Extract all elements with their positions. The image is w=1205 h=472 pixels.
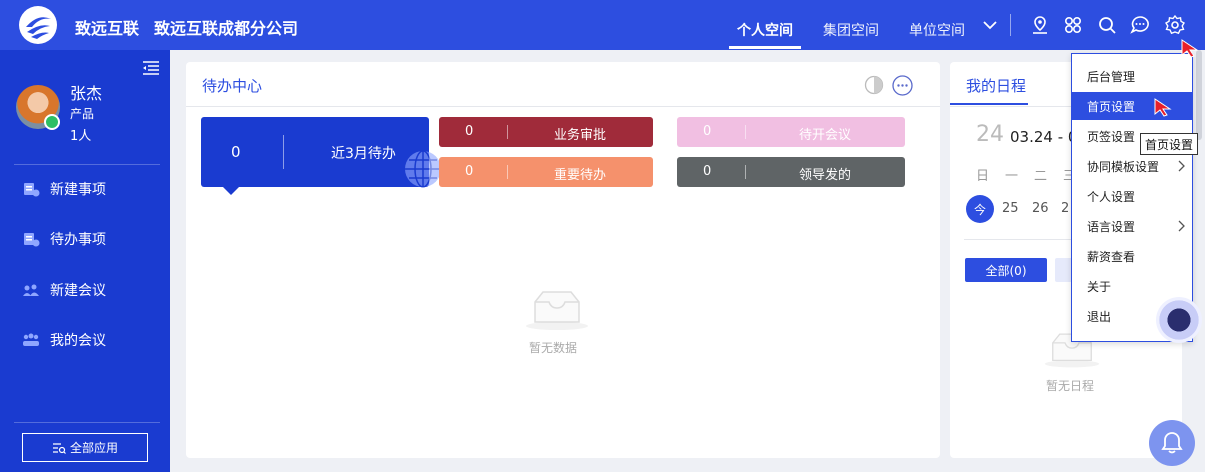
tile-count: 0: [231, 143, 241, 161]
contrast-icon[interactable]: [864, 75, 884, 95]
assistant-robot-icon[interactable]: [1156, 297, 1202, 343]
menu-item-label: 关于: [1087, 279, 1112, 294]
sidebar-item-label: 我的会议: [50, 333, 106, 349]
empty-text: 暂无数据: [529, 341, 578, 355]
tile-count: 0: [465, 164, 474, 179]
collapse-sidebar-icon[interactable]: [142, 60, 160, 76]
sidebar-item-todo[interactable]: 待办事项: [22, 227, 106, 251]
cursor-arrow-icon: [1181, 39, 1199, 58]
menu-item-salary[interactable]: 薪资查看: [1072, 242, 1192, 270]
menu-item-label: 协同模板设置: [1087, 159, 1160, 174]
cursor-arrow-icon: [1154, 98, 1172, 117]
brand-name: 致远互联: [75, 19, 140, 38]
apps-grid-icon[interactable]: [1062, 14, 1084, 36]
menu-item-label: 语言设置: [1087, 219, 1136, 234]
menu-item-label: 退出: [1087, 309, 1112, 324]
gear-icon[interactable]: [1164, 14, 1186, 36]
tile-label: 近3月待办: [331, 146, 396, 162]
sidebar-item-my-meeting[interactable]: 我的会议: [22, 328, 106, 352]
menu-item-label: 后台管理: [1087, 69, 1136, 84]
tab-group-space[interactable]: 集团空间: [823, 20, 879, 40]
weekday-label: 日: [976, 169, 990, 184]
today-button[interactable]: 今: [966, 195, 994, 223]
pending-meeting-tile[interactable]: 0 待开会议: [677, 117, 905, 147]
empty-text: 暂无日程: [1046, 379, 1095, 393]
weekday-label: 二: [1034, 169, 1048, 184]
todo-icon: [24, 233, 40, 247]
chat-icon[interactable]: [1129, 14, 1151, 36]
user-count: 1人: [70, 129, 92, 144]
globe-icon: [405, 150, 441, 188]
tile-label: 领导发的: [798, 168, 851, 183]
chevron-down-icon[interactable]: [980, 15, 1000, 35]
more-options-icon[interactable]: [892, 75, 913, 96]
tile-separator: [283, 135, 284, 169]
calendar-day[interactable]: 2: [1061, 201, 1069, 216]
tile-count: 0: [703, 164, 712, 179]
tab-personal-space[interactable]: 个人空间: [729, 20, 801, 49]
chevron-right-icon: [1178, 160, 1185, 172]
company-name: 致远互联成都分公司: [154, 19, 299, 38]
todo-panel-title: 待办中心: [202, 77, 263, 95]
date-range: 03.24 - 0: [1010, 128, 1078, 146]
tile-label: 业务审批: [553, 128, 606, 143]
empty-box-icon: [526, 291, 588, 330]
tile-label: 重要待办: [553, 168, 606, 183]
new-meeting-icon: [23, 284, 39, 296]
chevron-right-icon: [1178, 220, 1185, 232]
schedule-title-underline: [950, 103, 1028, 105]
schedule-panel-title[interactable]: 我的日程: [966, 75, 1026, 96]
sidebar-item-label: 新建会议: [50, 283, 106, 299]
menu-item-label: 首页设置: [1087, 99, 1136, 114]
user-role: 产品: [70, 107, 95, 121]
sidebar-item-label: 待办事项: [50, 232, 106, 248]
sidebar-divider: [14, 164, 160, 165]
menu-item-label: 薪资查看: [1087, 249, 1136, 264]
all-schedule-button[interactable]: 全部(0): [965, 258, 1047, 282]
search-icon[interactable]: [1096, 14, 1118, 36]
menu-item-about[interactable]: 关于: [1072, 272, 1192, 300]
menu-item-homepage-settings[interactable]: 首页设置: [1072, 92, 1192, 120]
online-check-icon: [44, 114, 60, 130]
todo-3months-tile[interactable]: 0 近3月待办: [201, 117, 441, 195]
bell-icon: [1161, 432, 1183, 454]
sidebar-item-label: 新建事项: [50, 182, 106, 198]
logo-icon: [19, 6, 57, 44]
top-bar: 致远互联 致远互联成都分公司 个人空间 集团空间 单位空间: [0, 0, 1205, 50]
tile-count: 0: [703, 124, 712, 139]
sidebar-item-new-task[interactable]: 新建事项: [22, 177, 106, 201]
menu-item-language-settings[interactable]: 语言设置: [1072, 212, 1192, 240]
scrollbar[interactable]: [1196, 50, 1202, 140]
business-approval-tile[interactable]: 0 业务审批: [439, 117, 653, 147]
notification-bell-button[interactable]: [1149, 420, 1195, 466]
all-apps-label: 全部应用: [69, 441, 118, 455]
header-divider: [1010, 14, 1011, 36]
calendar-day[interactable]: 25: [1002, 201, 1019, 216]
user-name: 张杰: [70, 84, 103, 103]
todo-panel: 待办中心 0 近3月待办 0 业务审批 0 待开会议 0 重要待办 0 领导发的…: [186, 62, 940, 458]
new-task-icon: [24, 183, 40, 197]
tab-unit-space[interactable]: 单位空间: [909, 20, 965, 40]
tile-label: 待开会议: [798, 128, 851, 143]
apps-search-icon: [52, 442, 66, 454]
weekday-label: 一: [1005, 169, 1019, 184]
important-todo-tile[interactable]: 0 重要待办: [439, 157, 653, 187]
leader-sent-tile[interactable]: 0 领导发的: [677, 157, 905, 187]
sidebar-item-new-meeting[interactable]: 新建会议: [22, 278, 106, 302]
tooltip: 首页设置: [1140, 133, 1199, 155]
location-icon[interactable]: [1029, 14, 1051, 36]
sidebar: 张杰 产品 1人 新建事项 待办事项 新建会议 我的会议 全部应用: [0, 50, 170, 472]
calendar-day[interactable]: 26: [1032, 201, 1049, 216]
menu-item-label: 个人设置: [1087, 189, 1136, 204]
panel-divider: [186, 106, 940, 107]
my-meeting-icon: [23, 333, 39, 346]
menu-item-label: 页签设置: [1087, 129, 1136, 144]
current-day: 24: [976, 122, 1004, 147]
menu-item-collab-template-settings[interactable]: 协同模板设置: [1072, 152, 1192, 180]
sidebar-divider: [14, 422, 160, 423]
menu-item-personal-settings[interactable]: 个人设置: [1072, 182, 1192, 210]
tile-count: 0: [465, 124, 474, 139]
menu-item-admin[interactable]: 后台管理: [1072, 62, 1192, 90]
all-apps-button[interactable]: 全部应用: [22, 433, 148, 462]
